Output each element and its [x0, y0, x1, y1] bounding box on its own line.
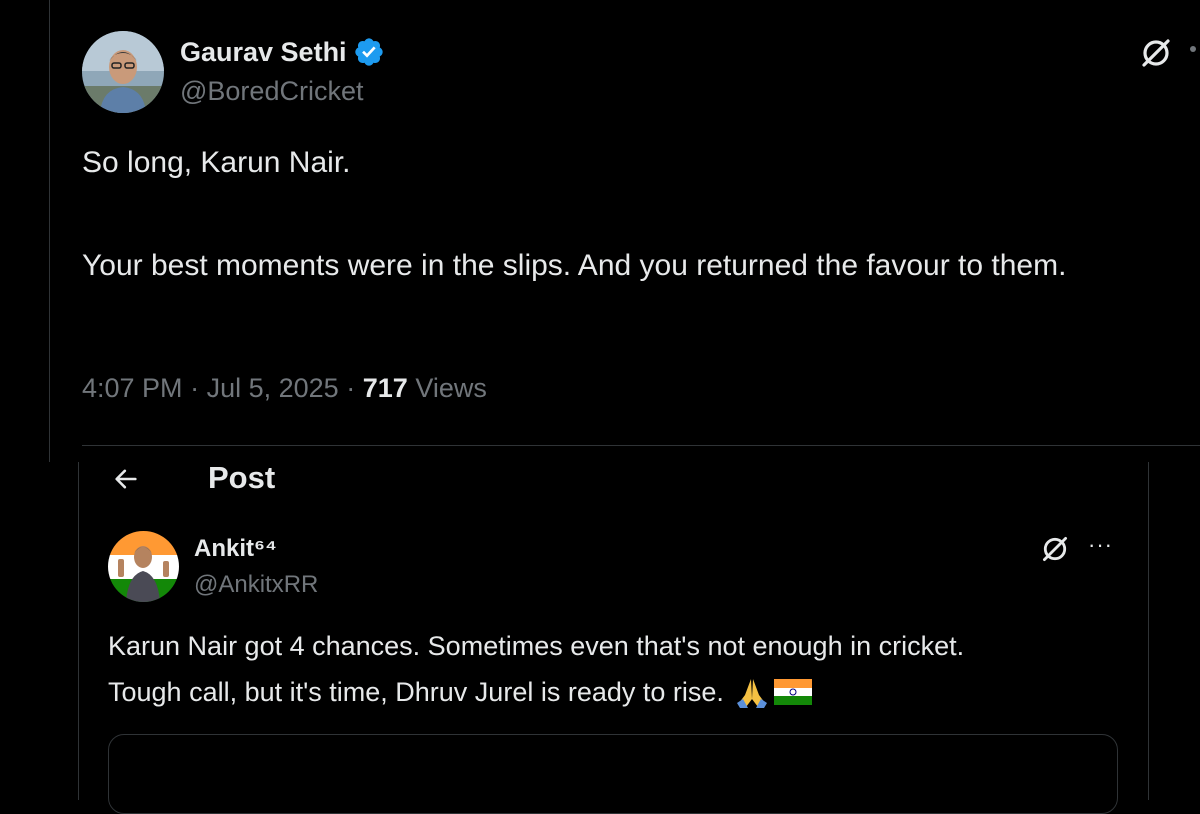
tweet-text-line2: Tough call, but it's time, Dhruv Jurel i…	[108, 676, 724, 707]
verified-badge-icon	[353, 36, 385, 68]
folded-hands-icon	[734, 675, 770, 709]
india-flag-icon	[773, 679, 812, 705]
avatar[interactable]	[82, 31, 164, 113]
grok-icon[interactable]	[1138, 35, 1174, 71]
inner-column-left-border	[78, 462, 79, 800]
tweet-divider	[82, 445, 1200, 446]
views-count: 717	[362, 373, 408, 403]
tweet-text-line1: Karun Nair got 4 chances. Sometimes even…	[108, 631, 965, 661]
meta-separator: ·	[190, 373, 200, 403]
author-handle[interactable]: @AnkitxRR	[194, 571, 318, 599]
tweet-text-line2: Your best moments were in the slips. And…	[82, 249, 1067, 282]
grok-icon[interactable]	[1038, 532, 1072, 566]
arrow-left-icon[interactable]	[108, 461, 144, 497]
tweet-meta: 4:07 PM · Jul 5, 2025 · 717 Views	[82, 373, 487, 404]
left-column-border	[49, 0, 50, 462]
author-row: Gaurav Sethi	[180, 36, 385, 68]
meta-separator: ·	[346, 373, 356, 403]
page-title: Post	[208, 460, 276, 495]
views-label: Views	[415, 373, 487, 403]
tweet-text-line2-row: Tough call, but it's time, Dhruv Jurel i…	[108, 675, 812, 709]
tweet-date[interactable]: Jul 5, 2025	[207, 373, 339, 403]
inner-column-right-border	[1148, 462, 1149, 800]
more-options-icon[interactable]	[1190, 46, 1196, 52]
author-name[interactable]: Ankit⁶⁴	[194, 535, 277, 563]
tweet-text-line1: So long, Karun Nair.	[82, 146, 351, 179]
author-handle[interactable]: @BoredCricket	[180, 76, 363, 107]
tweet-time[interactable]: 4:07 PM	[82, 373, 183, 403]
author-name[interactable]: Gaurav Sethi	[180, 37, 347, 68]
more-options-icon[interactable]: ···	[1088, 532, 1113, 558]
media-card[interactable]	[108, 734, 1118, 814]
avatar[interactable]	[108, 531, 179, 602]
